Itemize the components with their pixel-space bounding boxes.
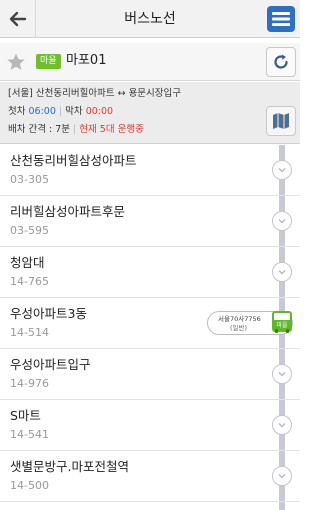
stop-code: 03-595 [10,224,49,237]
route-info: [서울] 산천동리버힐아파트 ↔ 용문시장입구 첫차 06:00 | 막차 00… [0,82,300,144]
stop-row[interactable]: S마트 14-541 [0,400,300,451]
back-button[interactable] [0,0,36,38]
chevron-down-icon [272,160,292,180]
last-bus-label: 막차 [65,106,83,117]
app: 버스노선 마을 마포01 [서울] 산천동리버힐아파트 ↔ 용문시장입구 첫차 … [0,0,300,510]
back-arrow-icon [9,11,26,27]
stop-code: 03-305 [10,173,49,186]
bus-type: (일반) [230,324,248,332]
stop-row[interactable]: 샛별문방구.마포전철역 14-500 [0,451,300,502]
chevron-down-icon [272,415,292,435]
star-icon[interactable] [6,52,26,72]
stop-row[interactable]: 리버힐삼성아파트후문 03-595 [0,196,300,247]
divider: | [58,106,63,117]
stop-code: 14-500 [10,479,49,492]
menu-button[interactable] [262,0,300,38]
chevron-down-icon [272,262,292,282]
last-bus-time: 00:00 [85,106,114,117]
stop-name: 리버힐삼성아파트후문 [10,204,126,219]
page-title: 버스노선 [124,11,176,27]
refresh-button[interactable] [266,47,296,77]
stop-code: 14-765 [10,275,49,288]
stop-code: 14-976 [10,377,49,390]
divider: | [73,124,77,135]
chevron-down-icon [272,211,292,231]
running-count: 현재 5대 운행중 [79,124,144,135]
route-direction: [서울] 산천동리버힐아파트 ↔ 용문시장입구 [8,88,182,99]
stop-name: 청암대 [10,255,45,270]
route-type-badge: 마을 [36,54,61,69]
stop-row[interactable]: 우성아파트입구 14-976 [0,349,300,400]
stop-name: 우성아파트입구 [10,357,91,372]
route-number: 마포01 [66,53,107,68]
stop-name: S마트 [10,408,41,423]
stop-name: 샛별문방구.마포전철역 [10,459,129,474]
top-bar: 버스노선 [0,0,300,38]
first-bus-label: 첫차 [8,106,26,117]
chevron-down-icon [272,466,292,486]
bus-badge-text: 마을 [276,321,288,329]
menu-icon [267,6,295,32]
stop-row[interactable]: 산천동리버힐삼성아파트 03-305 [0,145,300,196]
first-bus-time: 06:00 [28,106,56,117]
stop-code: 14-514 [10,326,49,339]
bus-plate: 서울70사7756 [218,315,261,323]
route-header: 마을 마포01 [0,43,300,81]
bus-icon[interactable]: 마을 [271,310,293,336]
stop-name: 산천동리버힐삼성아파트 [10,153,137,168]
map-icon [273,113,289,129]
interval-text: 배차 간격 : 7분 [8,124,71,135]
stop-code: 14-541 [10,428,49,441]
map-button[interactable] [266,106,296,136]
stop-row[interactable]: 청암대 14-765 [0,247,300,298]
route-status: 배차 간격 : 7분 | 현재 5대 운행중 [8,124,144,136]
stop-name: 우성아파트3동 [10,306,87,321]
route-times: 첫차 06:00 | 막차 00:00 [8,106,113,118]
chevron-down-icon [272,364,292,384]
refresh-icon [274,54,288,69]
